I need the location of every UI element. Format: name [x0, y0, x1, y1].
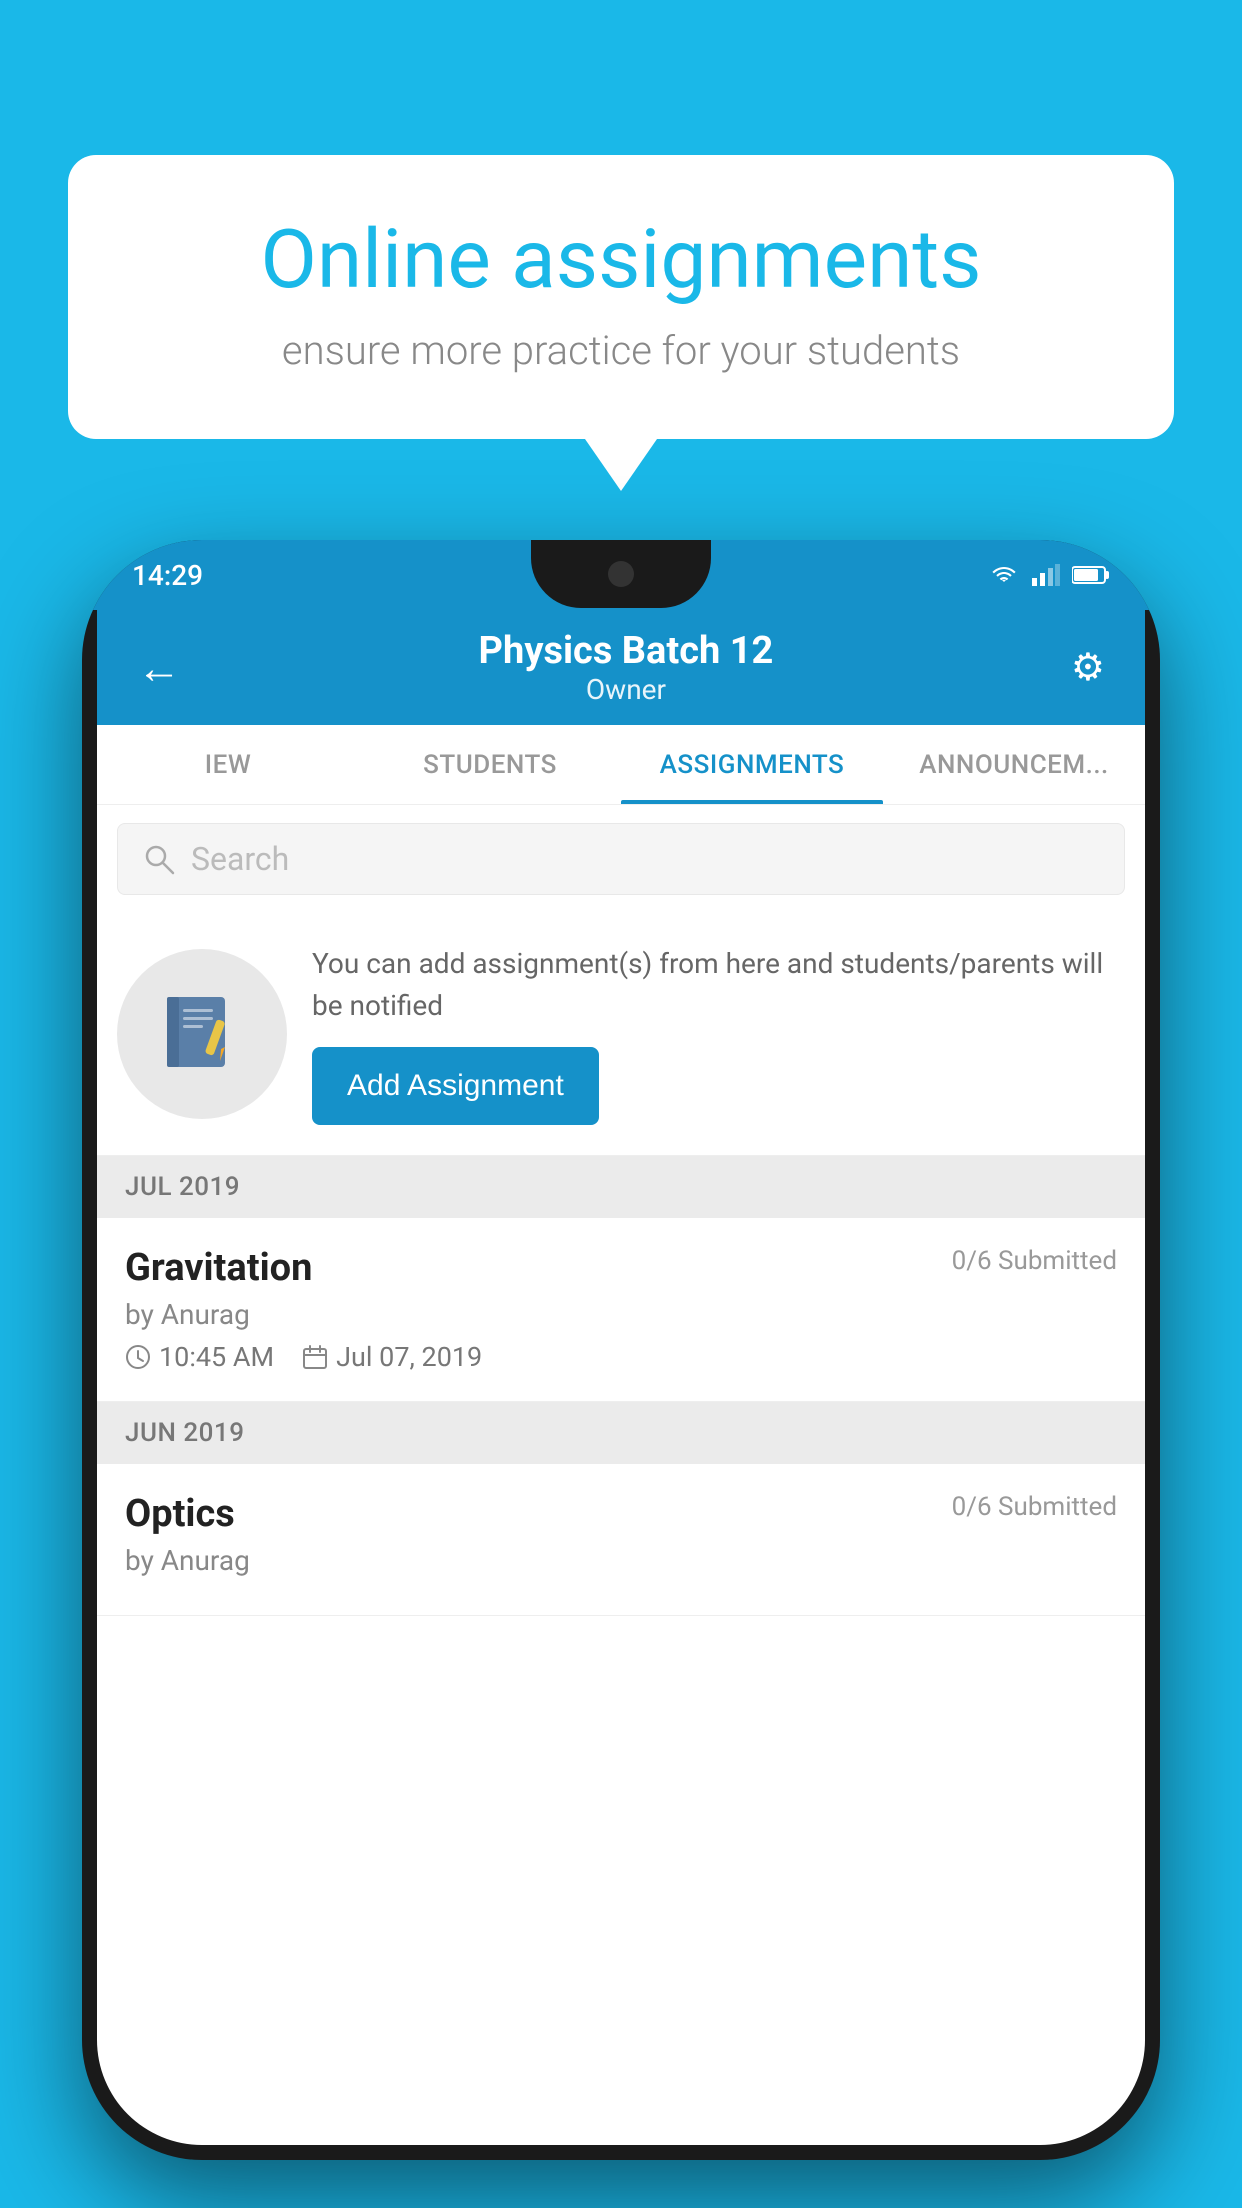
header-subtitle: Owner: [479, 673, 774, 706]
status-icons: [988, 564, 1110, 586]
back-button[interactable]: ←: [137, 642, 181, 694]
battery-icon: [1072, 564, 1110, 586]
notebook-icon: [157, 989, 247, 1079]
phone-notch: [531, 540, 711, 608]
speech-bubble-subtitle: ensure more practice for your students: [138, 327, 1104, 374]
speech-bubble: Online assignments ensure more practice …: [68, 155, 1174, 439]
gravitation-time: 10:45 AM: [159, 1341, 274, 1373]
search-container: Search: [97, 805, 1145, 913]
tab-iew[interactable]: IEW: [97, 725, 359, 804]
add-assignment-description: You can add assignment(s) from here and …: [312, 943, 1125, 1027]
assignment-item-optics[interactable]: Optics 0/6 Submitted by Anurag: [97, 1464, 1145, 1616]
signal-icon: [1032, 564, 1060, 586]
search-placeholder: Search: [191, 840, 289, 878]
assignment-date-gravitation: Jul 07, 2019: [302, 1341, 482, 1373]
calendar-icon: [302, 1344, 328, 1370]
assignment-author-optics: by Anurag: [125, 1544, 1117, 1577]
assignment-submitted-gravitation: 0/6 Submitted: [952, 1246, 1117, 1276]
screen-content: Search: [97, 805, 1145, 2145]
gravitation-date: Jul 07, 2019: [336, 1341, 482, 1373]
tabs-bar: IEW STUDENTS ASSIGNMENTS ANNOUNCEM...: [97, 725, 1145, 805]
assignment-row-top-optics: Optics 0/6 Submitted: [125, 1492, 1117, 1536]
add-assignment-content: You can add assignment(s) from here and …: [312, 943, 1125, 1125]
status-time: 14:29: [132, 559, 203, 592]
add-assignment-section: You can add assignment(s) from here and …: [97, 913, 1145, 1156]
month-header-jul: JUL 2019: [97, 1156, 1145, 1218]
assignment-meta-gravitation: 10:45 AM Jul 07, 2019: [125, 1341, 1117, 1373]
speech-bubble-title: Online assignments: [138, 215, 1104, 305]
clock-icon: [125, 1344, 151, 1370]
search-bar[interactable]: Search: [117, 823, 1125, 895]
search-icon: [143, 843, 175, 875]
header-title: Physics Batch 12: [479, 629, 774, 673]
phone-screen: ← Physics Batch 12 Owner ⚙ IEW STUDENTS …: [97, 610, 1145, 2145]
tab-students[interactable]: STUDENTS: [359, 725, 621, 804]
add-assignment-button[interactable]: Add Assignment: [312, 1047, 599, 1125]
assignment-row-top: Gravitation 0/6 Submitted: [125, 1246, 1117, 1290]
assignment-icon-circle: [117, 949, 287, 1119]
camera-icon: [608, 561, 634, 587]
wifi-icon: [988, 564, 1020, 586]
assignment-name-gravitation: Gravitation: [125, 1246, 312, 1290]
tab-announcements[interactable]: ANNOUNCEM...: [883, 725, 1145, 804]
phone-frame: 14:29: [82, 540, 1160, 2160]
tab-assignments[interactable]: ASSIGNMENTS: [621, 725, 883, 804]
settings-button[interactable]: ⚙: [1071, 645, 1105, 690]
assignment-item-gravitation[interactable]: Gravitation 0/6 Submitted by Anurag 10:4…: [97, 1218, 1145, 1402]
speech-bubble-tail: [585, 439, 657, 491]
speech-bubble-wrapper: Online assignments ensure more practice …: [68, 155, 1174, 491]
assignment-time-gravitation: 10:45 AM: [125, 1341, 274, 1373]
assignment-submitted-optics: 0/6 Submitted: [952, 1492, 1117, 1522]
assignment-author-gravitation: by Anurag: [125, 1298, 1117, 1331]
month-header-jun: JUN 2019: [97, 1402, 1145, 1464]
header-title-block: Physics Batch 12 Owner: [479, 629, 774, 706]
assignment-name-optics: Optics: [125, 1492, 235, 1536]
app-header: ← Physics Batch 12 Owner ⚙: [97, 610, 1145, 725]
